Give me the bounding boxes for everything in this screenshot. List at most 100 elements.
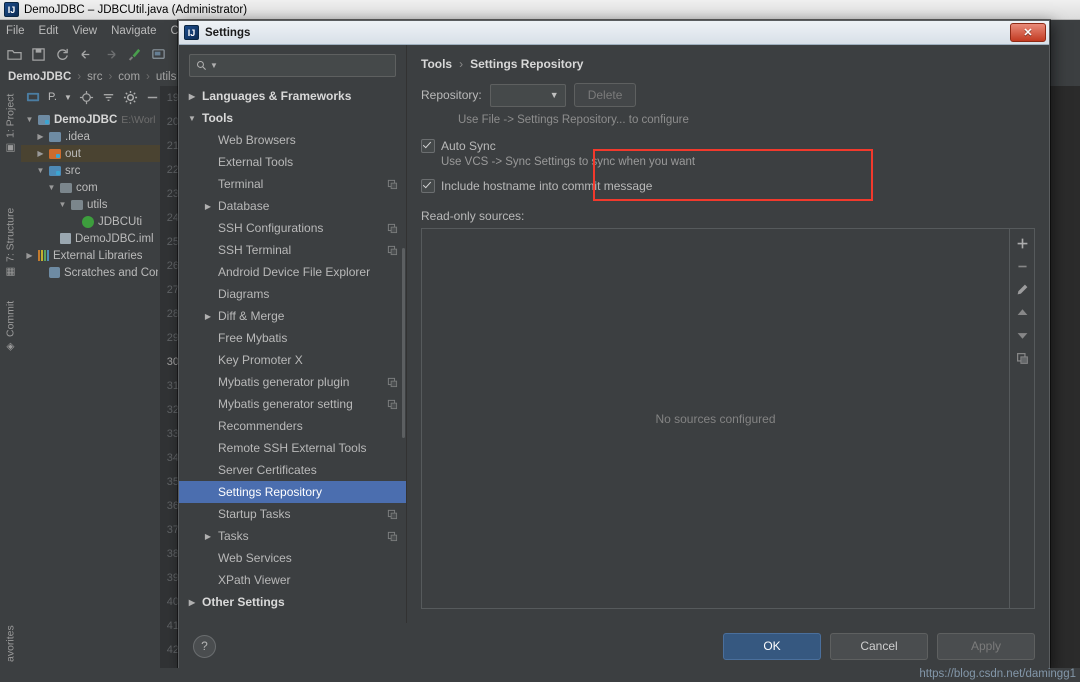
chevron-down-icon[interactable]: ▼ xyxy=(64,93,72,102)
copy-icon[interactable] xyxy=(1016,352,1029,365)
chevron-down-icon[interactable]: ▼ xyxy=(550,90,559,100)
project-tree-item[interactable]: ▼ DemoJDBC E:\Worl xyxy=(21,111,160,128)
project-tree-item[interactable]: DemoJDBC.iml xyxy=(21,230,160,247)
back-arrow-icon[interactable] xyxy=(79,47,94,62)
settings-tree-item-xpath-viewer[interactable]: XPath Viewer xyxy=(179,569,406,591)
save-icon[interactable] xyxy=(31,47,46,62)
chevron-down-icon[interactable]: ▼ xyxy=(36,166,45,175)
project-view-icon[interactable] xyxy=(26,90,41,105)
rail-item-commit[interactable]: ◈ Commit xyxy=(0,291,21,353)
include-hostname-checkbox[interactable] xyxy=(421,179,435,193)
auto-sync-row[interactable]: Auto Sync xyxy=(421,139,1035,153)
rail-item-favorites[interactable]: avorites xyxy=(0,602,21,662)
settings-tree-item-database[interactable]: ▶ Database xyxy=(179,195,406,217)
project-tree-item[interactable]: ▶ out xyxy=(21,145,160,162)
tree-scrollbar[interactable] xyxy=(402,83,406,623)
settings-tree-item-remote-ssh-external-tools[interactable]: Remote SSH External Tools xyxy=(179,437,406,459)
chevron-right-icon[interactable]: ▶ xyxy=(36,149,45,158)
chevron-down-icon[interactable]: ▼ xyxy=(58,200,67,209)
project-tree-item[interactable]: ▶ External Libraries xyxy=(21,247,160,264)
settings-tree-item-server-certificates[interactable]: Server Certificates xyxy=(179,459,406,481)
chevron-right-icon[interactable]: ▶ xyxy=(187,92,197,101)
tree-scrollbar-thumb[interactable] xyxy=(402,248,405,438)
cancel-button[interactable]: Cancel xyxy=(830,632,928,660)
project-tree-item[interactable]: JDBCUti xyxy=(21,213,160,230)
remove-icon[interactable] xyxy=(1016,260,1029,273)
open-folder-icon[interactable] xyxy=(7,47,22,62)
project-tree-item[interactable]: ▶ .idea xyxy=(21,128,160,145)
settings-tree-item-free-mybatis[interactable]: Free Mybatis xyxy=(179,327,406,349)
hide-icon[interactable] xyxy=(145,90,160,105)
project-tree-item[interactable]: ▼ utils xyxy=(21,196,160,213)
project-panel-header[interactable]: P. ▼ xyxy=(21,86,160,108)
apply-button[interactable]: Apply xyxy=(937,632,1035,660)
menu-edit[interactable]: Edit xyxy=(39,25,59,37)
settings-tree-item-languages-frameworks[interactable]: ▶ Languages & Frameworks xyxy=(179,85,406,107)
repository-select[interactable]: ▼ xyxy=(489,83,566,107)
settings-tree-item-startup-tasks[interactable]: Startup Tasks xyxy=(179,503,406,525)
project-tree-item[interactable]: Scratches and Consc xyxy=(21,264,160,281)
readonly-sources-list[interactable]: No sources configured xyxy=(421,228,1010,609)
menu-view[interactable]: View xyxy=(72,25,97,37)
chevron-right-icon[interactable]: ▶ xyxy=(36,132,45,141)
chevron-right-icon[interactable]: ▶ xyxy=(203,532,213,541)
move-up-icon[interactable] xyxy=(1016,306,1029,319)
gear-icon[interactable] xyxy=(123,90,138,105)
breadcrumb-item-src[interactable]: src xyxy=(87,71,102,83)
settings-tree-item-terminal[interactable]: Terminal xyxy=(179,173,406,195)
chevron-down-icon[interactable]: ▼ xyxy=(47,183,56,192)
ok-button[interactable]: OK xyxy=(723,632,821,660)
settings-tree-item-android-device-file-explorer[interactable]: Android Device File Explorer xyxy=(179,261,406,283)
settings-tree[interactable]: ▶ Languages & Frameworks ▼ Tools Web Browser… xyxy=(179,83,406,623)
settings-tree-item-settings-repository[interactable]: Settings Repository xyxy=(179,481,406,503)
settings-tree-item-key-promoter-x[interactable]: Key Promoter X xyxy=(179,349,406,371)
settings-tree-item-diff-merge[interactable]: ▶ Diff & Merge xyxy=(179,305,406,327)
move-down-icon[interactable] xyxy=(1016,329,1029,342)
settings-tree-item-mybatis-generator-plugin[interactable]: Mybatis generator plugin xyxy=(179,371,406,393)
settings-tree-item-diagrams[interactable]: Diagrams xyxy=(179,283,406,305)
breadcrumb-item-com[interactable]: com xyxy=(118,71,140,83)
add-icon[interactable] xyxy=(1016,237,1029,250)
include-hostname-row[interactable]: Include hostname into commit message xyxy=(421,179,1035,193)
project-tree-item[interactable]: ▼ com xyxy=(21,179,160,196)
settings-tree-item-ssh-terminal[interactable]: SSH Terminal xyxy=(179,239,406,261)
menu-file[interactable]: File xyxy=(6,25,25,37)
collapse-all-icon[interactable] xyxy=(101,90,116,105)
project-tree[interactable]: ▼ DemoJDBC E:\Worl ▶ .idea ▶ out ▼ src ▼ com ▼ utils… xyxy=(21,108,160,281)
project-tree-item[interactable]: ▼ src xyxy=(21,162,160,179)
settings-dialog[interactable]: IJ Settings ✕ ▼ ▶ Languages & Frameworks ▼… xyxy=(178,20,1050,670)
settings-tree-item-web-browsers[interactable]: Web Browsers xyxy=(179,129,406,151)
auto-sync-checkbox[interactable] xyxy=(421,139,435,153)
chevron-right-icon[interactable]: ▶ xyxy=(187,598,197,607)
settings-tree-item-tasks[interactable]: ▶ Tasks xyxy=(179,525,406,547)
settings-tree-item-other-settings[interactable]: ▶ Other Settings xyxy=(179,591,406,613)
breadcrumb-item-project[interactable]: DemoJDBC xyxy=(8,71,71,83)
help-button[interactable]: ? xyxy=(193,634,216,658)
edit-pencil-icon[interactable] xyxy=(1016,283,1029,296)
chevron-right-icon[interactable]: ▶ xyxy=(25,251,34,260)
breadcrumb-item-utils[interactable]: utils xyxy=(156,71,176,83)
settings-tree-item-ssh-configurations[interactable]: SSH Configurations xyxy=(179,217,406,239)
rail-item-project[interactable]: ▣ 1: Project xyxy=(0,88,21,154)
chevron-right-icon[interactable]: ▶ xyxy=(203,312,213,321)
sync-icon[interactable] xyxy=(55,47,70,62)
rail-item-structure[interactable]: ▦ 7: Structure xyxy=(0,196,21,278)
menu-navigate[interactable]: Navigate xyxy=(111,25,156,37)
locate-icon[interactable] xyxy=(79,90,94,105)
list-toolbar[interactable] xyxy=(1010,228,1035,609)
settings-tree-item-mybatis-generator-setting[interactable]: Mybatis generator setting xyxy=(179,393,406,415)
chevron-down-icon[interactable]: ▼ xyxy=(25,115,34,124)
chevron-down-icon[interactable]: ▼ xyxy=(187,114,197,123)
settings-tree-item-external-tools[interactable]: External Tools xyxy=(179,151,406,173)
build-hammer-icon[interactable] xyxy=(127,47,142,62)
settings-tree-item-web-services[interactable]: Web Services xyxy=(179,547,406,569)
chevron-right-icon[interactable]: ▶ xyxy=(203,202,213,211)
run-config-icon[interactable] xyxy=(151,47,166,62)
settings-tree-item-tools[interactable]: ▼ Tools xyxy=(179,107,406,129)
settings-tree-item-recommenders[interactable]: Recommenders xyxy=(179,415,406,437)
close-icon[interactable]: ✕ xyxy=(1010,23,1046,42)
delete-button[interactable]: Delete xyxy=(573,83,637,107)
chevron-down-icon[interactable]: ▼ xyxy=(210,61,218,70)
search-input[interactable]: ▼ xyxy=(189,54,396,77)
forward-arrow-icon[interactable] xyxy=(103,47,118,62)
